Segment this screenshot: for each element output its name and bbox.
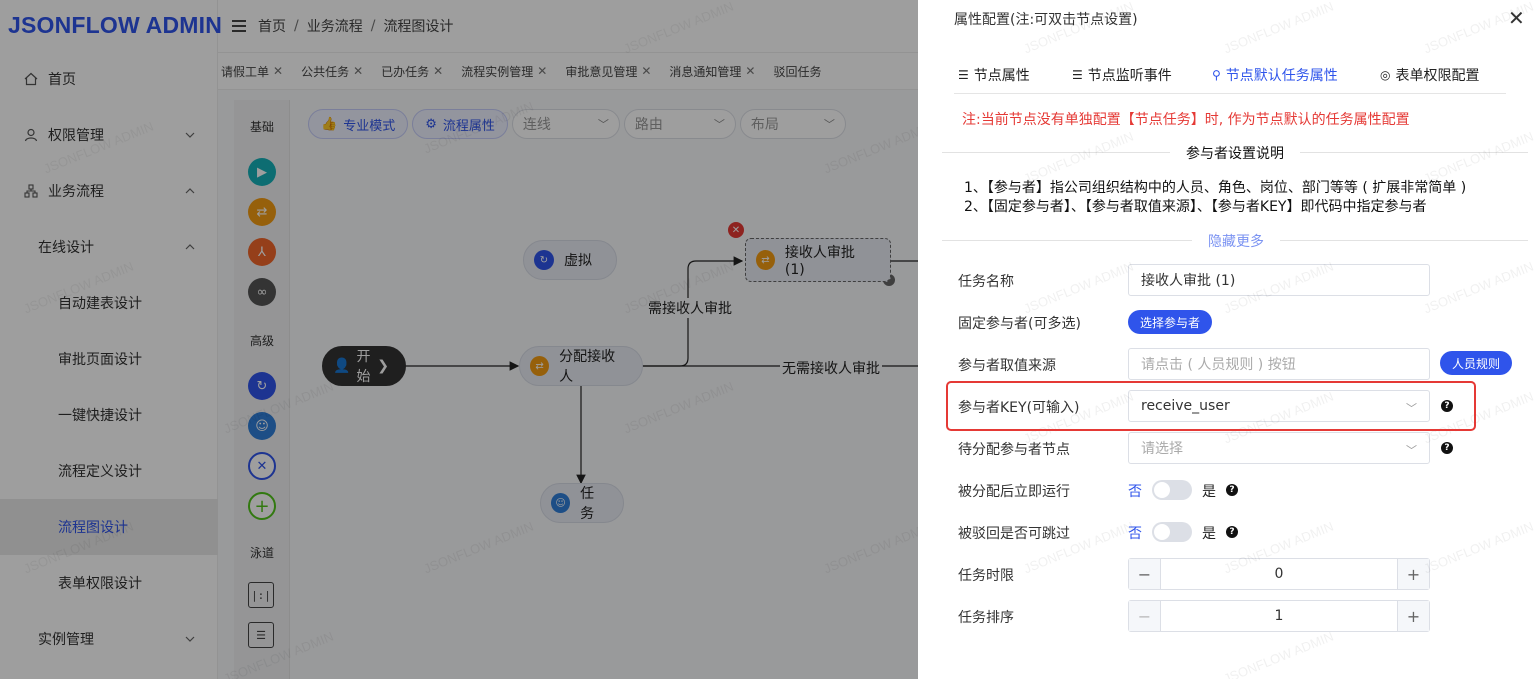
task-limit-stepper: − 0 + [1128, 558, 1430, 590]
help-icon[interactable]: ? [1226, 484, 1238, 496]
switch-off-label: 否 [1128, 484, 1142, 500]
eye-icon: ◎ [1380, 68, 1391, 82]
tab-form-permission[interactable]: ◎ 表单权限配置 [1380, 56, 1479, 94]
explain-line-1: 1、【参与者】指公司组织结构中的人员、角色、岗位、部门等等 ( 扩展非常简单 ) [964, 180, 1467, 196]
task-name-input[interactable]: 接收人审批 (1) [1128, 264, 1430, 296]
tab-label: 节点监听事件 [1087, 68, 1172, 84]
tab-default-task-attr[interactable]: ⚲ 节点默认任务属性 [1212, 56, 1338, 94]
drawer-mask[interactable] [0, 0, 918, 679]
switch-on-label: 是 [1202, 484, 1216, 500]
sliders-icon: ☰ [1072, 68, 1083, 82]
select-placeholder: 请选择 [1141, 441, 1183, 457]
tab-node-listener[interactable]: ☰ 节点监听事件 [1072, 56, 1172, 94]
switch-on-label: 是 [1202, 526, 1216, 542]
highlight-annotation [946, 381, 1476, 431]
help-icon[interactable]: ? [1226, 526, 1238, 538]
task-order-stepper: − 1 + [1128, 600, 1430, 632]
person-rule-button[interactable]: 人员规则 [1440, 351, 1512, 375]
stepper-value[interactable]: 0 [1161, 559, 1397, 589]
pending-node-select[interactable]: 请选择 ﹀ [1128, 432, 1430, 464]
increment-button[interactable]: + [1397, 601, 1429, 631]
sliders-icon: ☰ [958, 68, 969, 82]
task-order-label: 任务排序 [958, 610, 1014, 626]
task-limit-label: 任务时限 [958, 568, 1014, 584]
user-icon: ⚲ [1212, 68, 1221, 82]
participant-source-label: 参与者取值来源 [958, 358, 1056, 374]
tab-node-attr[interactable]: ☰ 节点属性 [958, 56, 1030, 94]
notice-text: 注:当前节点没有单独配置【节点任务】时, 作为节点默认的任务属性配置 [962, 112, 1410, 128]
fixed-participant-label: 固定参与者(可多选) [958, 316, 1081, 332]
task-name-label: 任务名称 [958, 274, 1014, 290]
increment-button[interactable]: + [1397, 559, 1429, 589]
help-icon[interactable]: ? [1441, 442, 1453, 454]
select-participant-button[interactable]: 选择参与者 [1128, 310, 1212, 334]
decrement-button[interactable]: − [1129, 601, 1161, 631]
explain-line-2: 2、【固定参与者】、【参与者取值来源】、【参与者KEY】即代码中指定参与者 [964, 199, 1427, 215]
decrement-button[interactable]: − [1129, 559, 1161, 589]
run-immediately-label: 被分配后立即运行 [958, 484, 1070, 500]
participant-source-input[interactable]: 请点击 ( 人员规则 ) 按钮 [1128, 348, 1430, 380]
tab-label: 节点默认任务属性 [1225, 68, 1338, 84]
run-immediately-switch[interactable] [1152, 480, 1192, 500]
reject-skip-label: 被驳回是否可跳过 [958, 526, 1070, 542]
drawer-tabs: ☰ 节点属性 ☰ 节点监听事件 ⚲ 节点默认任务属性 ◎ 表单权限配置 [954, 56, 1506, 94]
reject-skip-switch[interactable] [1152, 522, 1192, 542]
pending-node-label: 待分配参与者节点 [958, 442, 1070, 458]
chevron-down-icon: ﹀ [1406, 444, 1417, 457]
switch-off-label: 否 [1128, 526, 1142, 542]
section-title: 参与者设置说明 [1170, 143, 1300, 163]
drawer-title: 属性配置(注:可双击节点设置) [954, 12, 1138, 28]
stepper-value[interactable]: 1 [1161, 601, 1397, 631]
close-icon[interactable]: ✕ [1508, 8, 1525, 28]
hide-more-link[interactable]: 隐藏更多 [1192, 231, 1280, 251]
tab-label: 节点属性 [973, 68, 1030, 84]
tab-label: 表单权限配置 [1395, 68, 1480, 84]
property-drawer: 属性配置(注:可双击节点设置) ✕ ☰ 节点属性 ☰ 节点监听事件 ⚲ 节点默认任务属… [918, 0, 1538, 679]
